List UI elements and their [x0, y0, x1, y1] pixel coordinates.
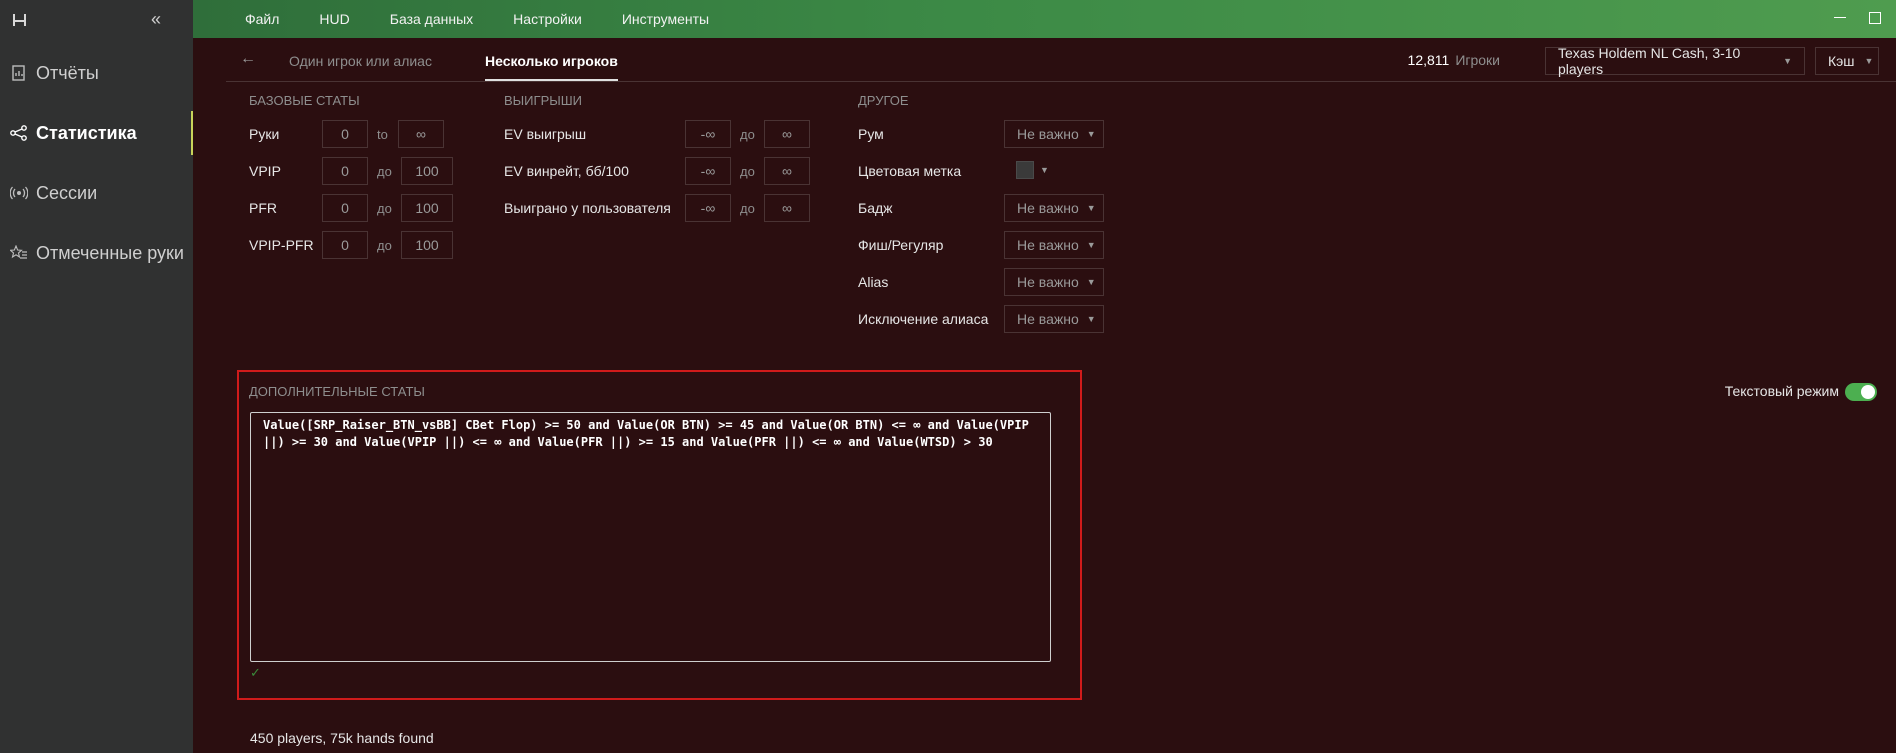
menu-database[interactable]: База данных [390, 11, 473, 27]
chevron-down-icon: ▼ [1086, 129, 1096, 139]
tab-multiple-players[interactable]: Несколько игроков [485, 53, 618, 81]
ev-winrate-max-input[interactable]: ∞ [764, 157, 810, 185]
text-mode-label: Текстовый режим [1724, 383, 1839, 399]
tab-single-player[interactable]: Один игрок или алиас [289, 53, 432, 69]
fish-reg-value: Не важно [1017, 237, 1079, 253]
result-summary: 450 players, 75k hands found [250, 730, 434, 746]
sidebar: « Отчёты Статистика Сессии Отмеченные ру… [0, 0, 193, 753]
player-count: 12,811 Игроки [1408, 52, 1500, 68]
range-separator: до [740, 127, 755, 142]
hands-min-input[interactable]: 0 [322, 120, 368, 148]
pfr-label: PFR [249, 200, 277, 216]
vpip-min-input[interactable]: 0 [322, 157, 368, 185]
range-separator: до [740, 201, 755, 216]
tab-bar: ← Один игрок или алиас Несколько игроков… [226, 40, 1896, 82]
chevron-down-icon: ▼ [1783, 56, 1792, 66]
menu-settings[interactable]: Настройки [513, 11, 582, 27]
room-select[interactable]: Не важно ▼ [1004, 120, 1104, 148]
back-arrow-icon[interactable]: ← [240, 50, 256, 68]
player-count-label: Игроки [1455, 52, 1500, 68]
range-separator: до [377, 238, 392, 253]
room-label: Рум [858, 126, 884, 142]
range-separator: до [377, 164, 392, 179]
vpip-pfr-max-input[interactable]: 100 [401, 231, 453, 259]
extra-stats-title: Дополнительные статы [249, 384, 425, 399]
room-value: Не важно [1017, 126, 1079, 142]
winnings-title: Выигрыши [504, 93, 582, 108]
alias-exclusion-label: Исключение алиаса [858, 311, 989, 327]
chevron-down-icon: ▼ [1086, 314, 1096, 324]
share-graph-icon [10, 124, 28, 142]
sidebar-item-reports[interactable]: Отчёты [0, 51, 193, 95]
chevron-down-icon: ▼ [1086, 203, 1096, 213]
won-from-user-label: Выиграно у пользователя [504, 200, 671, 216]
fish-reg-label: Фиш/Регуляр [858, 237, 944, 253]
won-from-user-max-input[interactable]: ∞ [764, 194, 810, 222]
game-type-value: Texas Holdem NL Cash, 3-10 players [1558, 45, 1741, 77]
toggle-knob [1861, 385, 1875, 399]
menu-tools[interactable]: Инструменты [622, 11, 709, 27]
sidebar-item-label: Отчёты [36, 62, 99, 83]
badge-select[interactable]: Не важно ▼ [1004, 194, 1104, 222]
sidebar-item-label: Отмеченные руки [36, 242, 184, 263]
chevron-down-icon: ▼ [1086, 277, 1096, 287]
filter-panel: ← Один игрок или алиас Несколько игроков… [226, 40, 1896, 753]
hands-label: Руки [249, 126, 280, 142]
fish-reg-select[interactable]: Не важно ▼ [1004, 231, 1104, 259]
top-menu-bar: Файл HUD База данных Настройки Инструмен… [193, 0, 1896, 38]
game-type-dropdown[interactable]: Texas Holdem NL Cash, 3-10 players ▼ [1545, 45, 1805, 77]
color-swatch[interactable] [1016, 161, 1034, 179]
ev-winrate-label: EV винрейт, бб/100 [504, 163, 629, 179]
ev-winnings-label: EV выигрыш [504, 126, 587, 142]
sidebar-item-label: Сессии [36, 182, 98, 203]
vpip-pfr-label: VPIP-PFR [249, 237, 314, 253]
chevron-down-icon: ▼ [1864, 56, 1874, 66]
broadcast-icon [10, 184, 28, 202]
ev-winnings-max-input[interactable]: ∞ [764, 120, 810, 148]
ev-winnings-min-input[interactable]: -∞ [685, 120, 731, 148]
sidebar-item-label: Статистика [36, 122, 137, 143]
pfr-min-input[interactable]: 0 [322, 194, 368, 222]
chevrons-left-icon[interactable]: « [151, 10, 171, 30]
vpip-pfr-min-input[interactable]: 0 [322, 231, 368, 259]
extra-stats-expression-input[interactable]: Value([SRP_Raiser_BTN_vsBB] CBet Flop) >… [250, 412, 1051, 662]
maximize-icon[interactable] [1869, 12, 1881, 24]
menu-hud[interactable]: HUD [319, 11, 349, 27]
pfr-max-input[interactable]: 100 [401, 194, 453, 222]
checkmark-icon: ✓ [250, 665, 261, 680]
alias-exclusion-value: Не важно [1017, 311, 1079, 327]
star-list-icon [10, 244, 28, 262]
other-title: Другое [858, 93, 909, 108]
ev-winrate-min-input[interactable]: -∞ [685, 157, 731, 185]
range-separator: до [377, 201, 392, 216]
alias-label: Alias [858, 274, 889, 290]
menu-file[interactable]: Файл [245, 11, 279, 27]
range-separator: to [377, 127, 388, 142]
vpip-max-input[interactable]: 100 [401, 157, 453, 185]
report-icon [10, 64, 28, 82]
chevron-down-icon[interactable]: ▼ [1040, 165, 1049, 175]
app-logo-icon[interactable] [12, 12, 28, 28]
cash-dropdown[interactable]: Кэш ▼ [1815, 47, 1879, 75]
alias-select[interactable]: Не важно ▼ [1004, 268, 1104, 296]
basic-stats-title: Базовые статы [249, 93, 360, 108]
alias-value: Не важно [1017, 274, 1079, 290]
vpip-label: VPIP [249, 163, 281, 179]
main-menu: Файл HUD База данных Настройки Инструмен… [193, 0, 709, 38]
player-count-value: 12,811 [1407, 52, 1450, 68]
color-label-label: Цветовая метка [858, 163, 962, 179]
hands-max-input[interactable]: ∞ [398, 120, 444, 148]
badge-label: Бадж [858, 200, 893, 216]
text-mode-toggle[interactable] [1845, 383, 1877, 401]
minimize-icon[interactable] [1834, 17, 1846, 18]
alias-exclusion-select[interactable]: Не важно ▼ [1004, 305, 1104, 333]
cash-value: Кэш [1828, 53, 1855, 69]
chevron-down-icon: ▼ [1086, 240, 1096, 250]
won-from-user-min-input[interactable]: -∞ [685, 194, 731, 222]
badge-value: Не важно [1017, 200, 1079, 216]
range-separator: до [740, 164, 755, 179]
sidebar-item-marked-hands[interactable]: Отмеченные руки [0, 231, 193, 275]
sidebar-item-sessions[interactable]: Сессии [0, 171, 193, 215]
sidebar-item-statistics[interactable]: Статистика [0, 111, 193, 155]
